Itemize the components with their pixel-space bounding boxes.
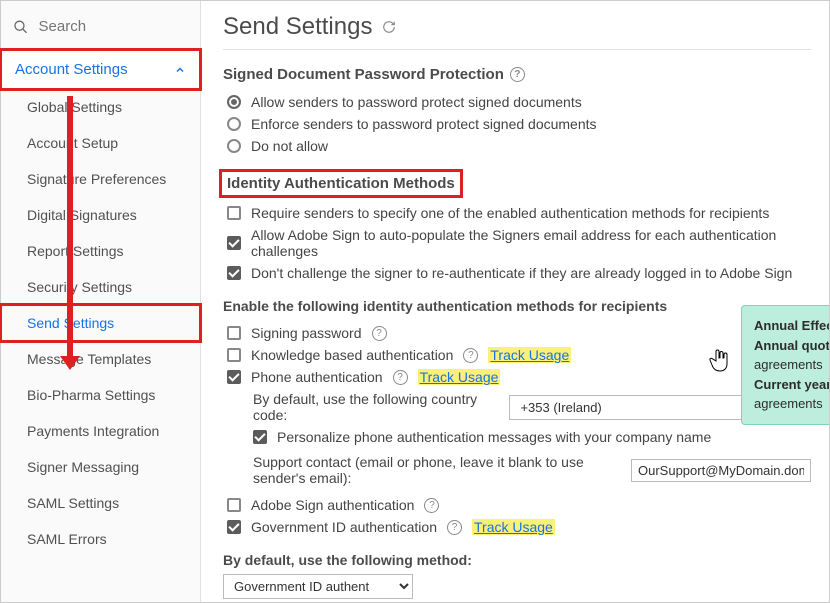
select-default-method[interactable]: Government ID authent xyxy=(223,574,413,599)
radio-icon xyxy=(227,139,241,153)
usage-tooltip: Annual Effective date: Jan 1 Annual quot… xyxy=(741,305,829,425)
checkbox-icon xyxy=(227,326,241,340)
sidebar: Account Settings Global Settings Account… xyxy=(1,1,201,602)
section-password-protection: Signed Document Password Protection ? xyxy=(223,66,811,83)
radio-allow-password[interactable]: Allow senders to password protect signed… xyxy=(227,91,811,113)
sidebar-item-security-settings[interactable]: Security Settings xyxy=(1,269,200,305)
sidebar-item-digital-signatures[interactable]: Digital Signatures xyxy=(1,197,200,233)
help-icon[interactable]: ? xyxy=(447,520,462,535)
sidebar-item-saml-settings[interactable]: SAML Settings xyxy=(1,485,200,521)
checkbox-icon xyxy=(227,498,241,512)
checkbox-icon xyxy=(227,206,241,220)
checkbox-icon xyxy=(253,430,267,444)
radio-enforce-password[interactable]: Enforce senders to password protect sign… xyxy=(227,113,811,135)
search-input[interactable] xyxy=(37,17,188,36)
radio-icon xyxy=(227,117,241,131)
page-title: Send Settings xyxy=(223,13,372,41)
check-group-identity: Require senders to specify one of the en… xyxy=(223,202,811,284)
radio-group-password: Allow senders to password protect signed… xyxy=(223,91,811,157)
check-personalize[interactable]: Personalize phone authentication message… xyxy=(227,426,811,448)
check-kba[interactable]: Knowledge based authentication ? Track U… xyxy=(227,344,811,366)
enable-methods-heading: Enable the following identity authentica… xyxy=(223,298,811,314)
help-icon[interactable]: ? xyxy=(393,370,408,385)
help-icon[interactable]: ? xyxy=(510,67,525,82)
check-adobe-sign-auth[interactable]: Adobe Sign authentication ? xyxy=(227,494,811,516)
sidebar-item-saml-errors[interactable]: SAML Errors xyxy=(1,521,200,557)
sidebar-section-label: Account Settings xyxy=(15,61,128,78)
row-default-country: By default, use the following country co… xyxy=(227,388,811,426)
default-method-label: By default, use the following method: xyxy=(223,552,811,568)
sidebar-item-bio-pharma-settings[interactable]: Bio-Pharma Settings xyxy=(1,377,200,413)
sidebar-section-account-settings[interactable]: Account Settings xyxy=(1,50,200,89)
search-row xyxy=(1,9,200,44)
chevron-up-icon xyxy=(174,64,186,76)
sidebar-item-report-settings[interactable]: Report Settings xyxy=(1,233,200,269)
help-icon[interactable]: ? xyxy=(463,348,478,363)
check-auto-populate[interactable]: Allow Adobe Sign to auto-populate the Si… xyxy=(227,224,811,262)
check-gov-id[interactable]: Government ID authentication ? Track Usa… xyxy=(227,516,811,538)
help-icon[interactable]: ? xyxy=(424,498,439,513)
refresh-icon[interactable] xyxy=(382,20,396,34)
sidebar-item-signature-preferences[interactable]: Signature Preferences xyxy=(1,161,200,197)
main-content: Send Settings Signed Document Password P… xyxy=(201,1,829,602)
sidebar-item-account-setup[interactable]: Account Setup xyxy=(1,125,200,161)
sidebar-item-global-settings[interactable]: Global Settings xyxy=(1,89,200,125)
checkbox-icon xyxy=(227,348,241,362)
check-require-specify[interactable]: Require senders to specify one of the en… xyxy=(227,202,811,224)
row-support-contact: Support contact (email or phone, leave i… xyxy=(227,454,811,486)
input-support-contact[interactable] xyxy=(631,459,811,482)
sidebar-item-message-templates[interactable]: Message Templates xyxy=(1,341,200,377)
checkbox-icon xyxy=(227,520,241,534)
search-icon xyxy=(13,18,29,36)
checkbox-icon xyxy=(227,370,241,384)
check-signing-password[interactable]: Signing password ? xyxy=(227,322,811,344)
page-title-row: Send Settings xyxy=(223,13,811,50)
help-icon[interactable]: ? xyxy=(372,326,387,341)
sidebar-item-signer-messaging[interactable]: Signer Messaging xyxy=(1,449,200,485)
checkbox-icon xyxy=(227,266,241,280)
link-track-usage-govid[interactable]: Track Usage xyxy=(472,519,555,535)
sidebar-item-send-settings[interactable]: Send Settings xyxy=(1,305,200,341)
link-track-usage-kba[interactable]: Track Usage xyxy=(488,347,571,363)
section-identity-auth: Identity Authentication Methods xyxy=(223,173,811,194)
check-dont-challenge[interactable]: Don't challenge the signer to re-authent… xyxy=(227,262,811,284)
radio-do-not-allow[interactable]: Do not allow xyxy=(227,135,811,157)
check-phone-auth[interactable]: Phone authentication ? Track Usage xyxy=(227,366,811,388)
checkbox-icon xyxy=(227,236,241,250)
radio-icon xyxy=(227,95,241,109)
check-group-methods: Signing password ? Knowledge based authe… xyxy=(223,322,811,538)
sidebar-item-payments-integration[interactable]: Payments Integration xyxy=(1,413,200,449)
link-track-usage-phone[interactable]: Track Usage xyxy=(418,369,501,385)
